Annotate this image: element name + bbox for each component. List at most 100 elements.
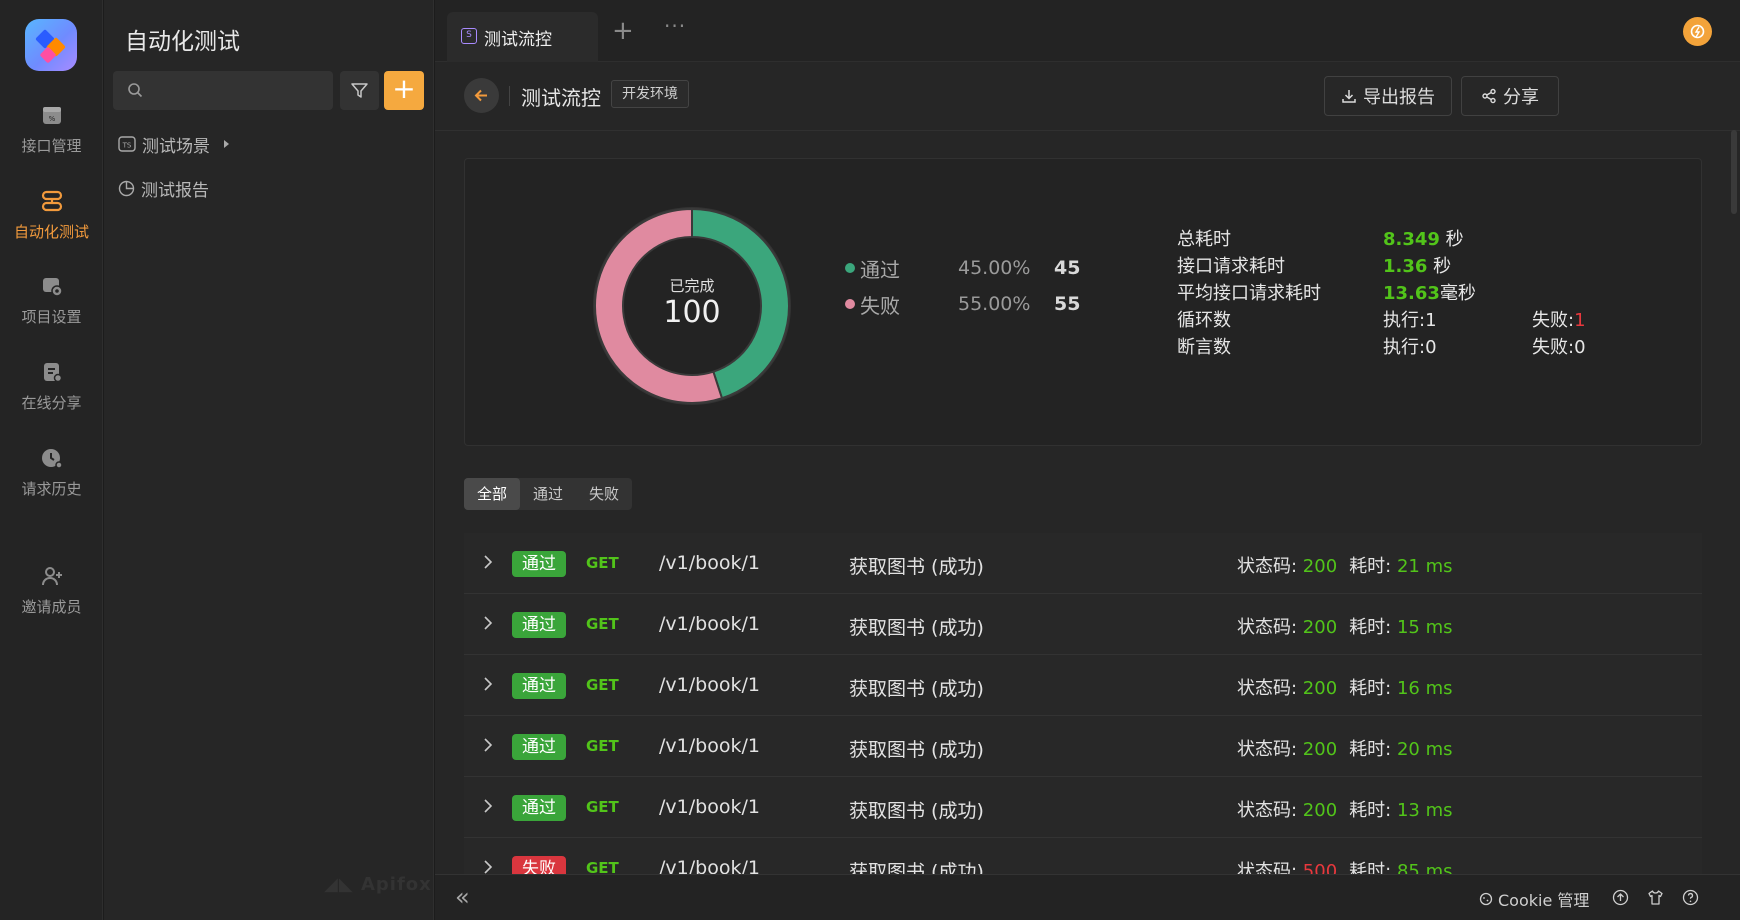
filter-button[interactable]	[340, 71, 379, 110]
result-row[interactable]: 通过 GET/v1/book/1 获取图书 (成功) 状态码: 200 耗时: 15 m…	[464, 594, 1702, 655]
svg-text:TS: TS	[122, 142, 132, 150]
duration-value: 16 ms	[1396, 678, 1453, 699]
rail-item-invite[interactable]: 邀请成员	[0, 564, 103, 634]
tree-sidebar: 自动化测试 + TS 测试场景 测试报告 ◢◣ Apifox	[104, 0, 434, 920]
legend-percent: 45.00%	[958, 257, 1031, 279]
http-method: GET	[586, 859, 619, 874]
chevron-right-icon[interactable]	[482, 554, 494, 570]
legend-dot-fail	[845, 299, 855, 309]
stat-avg-label: 平均接口请求耗时	[1177, 283, 1321, 304]
stat-avg-value: 13.63毫秒	[1383, 283, 1476, 304]
status-code-label: 状态码:	[1237, 617, 1303, 638]
status-code-value: 200	[1302, 556, 1338, 577]
tree-item-test-scenarios[interactable]: TS 测试场景	[118, 131, 230, 157]
chevron-right-icon[interactable]	[482, 859, 494, 874]
request-meta: 状态码: 200 耗时: 21 ms	[1237, 552, 1453, 578]
request-path: /v1/book/1	[659, 552, 760, 574]
rail-item-history[interactable]: 请求历史	[0, 446, 103, 516]
status-code-value: 200	[1302, 739, 1338, 760]
share-button[interactable]: 分享	[1461, 76, 1559, 116]
app-logo[interactable]	[25, 19, 77, 71]
http-method: GET	[586, 615, 619, 633]
collapse-sidebar-button[interactable]: «	[455, 885, 470, 909]
request-meta: 状态码: 200 耗时: 13 ms	[1237, 796, 1453, 822]
api-icon: %	[42, 107, 61, 124]
result-row[interactable]: 通过 GET/v1/book/1 获取图书 (成功) 状态码: 200 耗时: 20 m…	[464, 716, 1702, 777]
scrollbar[interactable]	[1731, 130, 1737, 214]
rail-item-share[interactable]: 在线分享	[0, 360, 103, 430]
chevron-right-icon[interactable]	[482, 615, 494, 631]
back-button[interactable]	[464, 78, 499, 113]
status-badge: 通过	[512, 673, 566, 699]
http-method: GET	[586, 737, 619, 755]
search-input[interactable]	[113, 71, 333, 110]
rail-item-api[interactable]: % 接口管理	[0, 103, 103, 173]
cookie-icon	[1479, 892, 1493, 906]
stat-loop-label: 循环数	[1177, 310, 1231, 331]
sync-icon[interactable]	[1683, 17, 1712, 46]
chevron-right-icon[interactable]	[482, 737, 494, 753]
legend-fail: 失败 55.00% 55	[845, 291, 1081, 318]
status-badge: 通过	[512, 795, 566, 821]
filter-icon	[351, 83, 368, 98]
tree-item-label: 测试报告	[141, 180, 209, 201]
tree-item-test-reports[interactable]: 测试报告	[118, 175, 209, 201]
status-badge: 通过	[512, 612, 566, 638]
duration-value: 21 ms	[1396, 556, 1453, 577]
upload-icon[interactable]	[1612, 889, 1629, 906]
filter-fail[interactable]: 失败	[576, 478, 632, 510]
share-icon	[1482, 88, 1496, 104]
rail-item-label: 在线分享	[21, 394, 82, 412]
request-path: /v1/book/1	[659, 674, 760, 696]
tab-bar: S 测试流控 + ···	[435, 0, 1740, 62]
duration-value: 85 ms	[1396, 861, 1453, 874]
duration-value: 13 ms	[1396, 800, 1453, 821]
chevron-right-icon[interactable]	[482, 676, 494, 692]
stat-total-value: 8.349 秒	[1383, 229, 1464, 250]
result-row[interactable]: 通过 GET/v1/book/1 获取图书 (成功) 状态码: 200 耗时: 21 m…	[464, 533, 1702, 594]
shirt-icon[interactable]	[1647, 889, 1664, 906]
rail-item-project-settings[interactable]: 项目设置	[0, 274, 103, 344]
main-content: 测试流控 开发环境 导出报告 分享 已完成 100 通过 45.00% 45 失…	[435, 62, 1740, 874]
status-code-value: 200	[1302, 800, 1338, 821]
rail-item-automation[interactable]: 自动化测试	[0, 189, 103, 259]
filter-pass[interactable]: 通过	[520, 478, 576, 510]
status-code-label: 状态码:	[1237, 800, 1303, 821]
add-button[interactable]: +	[384, 71, 424, 110]
new-tab-button[interactable]: +	[612, 18, 634, 44]
chevron-right-icon[interactable]	[482, 798, 494, 814]
request-meta: 状态码: 200 耗时: 20 ms	[1237, 735, 1453, 761]
cookie-manager-label: Cookie 管理	[1498, 891, 1590, 910]
result-row[interactable]: 通过 GET/v1/book/1 获取图书 (成功) 状态码: 200 耗时: 13 m…	[464, 777, 1702, 838]
rail-item-label: 邀请成员	[21, 598, 82, 616]
filter-all[interactable]: 全部	[464, 478, 521, 510]
invite-member-icon	[41, 567, 62, 586]
http-method: GET	[586, 676, 619, 694]
result-row[interactable]: 失败 GET/v1/book/1 获取图书 (成功) 状态码: 500 耗时: 85 m…	[464, 838, 1702, 874]
duration-label: 耗时:	[1349, 739, 1397, 760]
rail-item-label: 请求历史	[21, 480, 82, 498]
more-tabs-button[interactable]: ···	[664, 14, 686, 38]
legend-dot-pass	[845, 263, 855, 273]
result-row[interactable]: 通过 GET/v1/book/1 获取图书 (成功) 状态码: 200 耗时: 16 m…	[464, 655, 1702, 716]
export-report-button[interactable]: 导出报告	[1324, 76, 1452, 116]
svg-text:%: %	[48, 115, 55, 123]
stat-total-label: 总耗时	[1177, 229, 1231, 250]
legend-count: 55	[1054, 293, 1081, 315]
tab-test-flow[interactable]: S 测试流控	[447, 12, 598, 62]
summary-panel: 已完成 100 通过 45.00% 45 失败 55.00% 55 总耗时 8.…	[464, 158, 1702, 446]
results-list: 通过 GET/v1/book/1 获取图书 (成功) 状态码: 200 耗时: 21 m…	[464, 533, 1702, 874]
result-filter-tabs: 全部 通过 失败	[464, 478, 633, 510]
status-code-label: 状态码:	[1237, 556, 1303, 577]
duration-value: 20 ms	[1396, 739, 1453, 760]
request-description: 获取图书 (成功)	[849, 678, 984, 700]
status-code-label: 状态码:	[1237, 739, 1303, 760]
cookie-manager-button[interactable]: Cookie 管理	[1479, 887, 1589, 911]
stat-assert-fail: 失败:0	[1532, 337, 1586, 358]
legend-name: 通过	[860, 257, 900, 282]
help-icon[interactable]	[1682, 889, 1699, 906]
env-badge: 开发环境	[611, 80, 689, 108]
donut-center-value: 100	[663, 295, 721, 330]
stat-loop-exec: 执行:1	[1383, 310, 1437, 331]
bottom-bar: « Cookie 管理	[435, 874, 1740, 920]
